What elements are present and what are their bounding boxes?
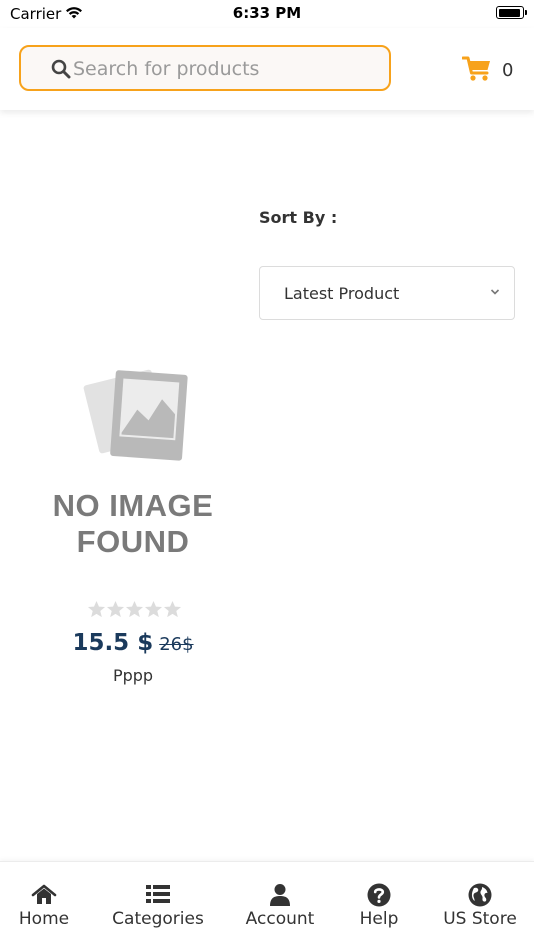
no-image-text-line1: NO IMAGE (52, 488, 214, 523)
home-icon (31, 884, 57, 904)
price-row: 15.5 $26$ (38, 630, 228, 656)
nav-label-help: Help (359, 909, 399, 929)
nav-item-categories[interactable]: Categories (108, 862, 208, 942)
list-icon (146, 885, 170, 903)
nav-label-categories: Categories (112, 909, 204, 929)
cart-count: 0 (502, 60, 514, 81)
battery-icon (496, 6, 527, 19)
star-icon (87, 600, 106, 618)
star-icon (106, 600, 125, 618)
bottom-nav: Home Categories Account Help US Store (0, 861, 534, 950)
cart-icon (462, 56, 490, 81)
no-image-text-line2: FOUND (76, 524, 190, 559)
search-input[interactable] (73, 55, 373, 83)
nav-label-us-store: US Store (443, 909, 517, 929)
nav-item-home[interactable]: Home (8, 862, 80, 942)
star-icon (125, 600, 144, 618)
star-icon (163, 600, 182, 618)
photo-placeholder-icon (83, 369, 188, 461)
nav-item-help[interactable]: Help (344, 862, 414, 942)
product-name: Pppp (112, 666, 154, 685)
star-icon (144, 600, 163, 618)
nav-label-home: Home (18, 909, 70, 929)
chevron-down-icon (490, 289, 500, 295)
product-image-placeholder: NO IMAGE FOUND (38, 360, 228, 570)
product-old-price: 26$ (159, 634, 194, 655)
search-box[interactable] (19, 45, 391, 91)
search-icon (51, 59, 71, 79)
rating-stars (87, 600, 182, 619)
sort-select[interactable]: Latest Product (259, 266, 515, 320)
product-card[interactable]: NO IMAGE FOUND 15.5 $26$ Pppp (38, 360, 228, 690)
product-price: 15.5 $ (72, 630, 154, 656)
nav-label-account: Account (245, 909, 315, 929)
cart-button[interactable]: 0 (462, 54, 522, 86)
sort-label: Sort By : (259, 208, 338, 227)
question-icon (367, 883, 391, 907)
globe-icon (468, 883, 492, 907)
nav-item-us-store[interactable]: US Store (438, 862, 522, 942)
header: 0 (0, 28, 534, 110)
nav-item-account[interactable]: Account (240, 862, 320, 942)
clock: 6:33 PM (232, 4, 302, 22)
user-icon (270, 884, 290, 906)
sort-selected-value: Latest Product (284, 284, 400, 303)
status-bar: Carrier 6:33 PM (0, 0, 534, 28)
